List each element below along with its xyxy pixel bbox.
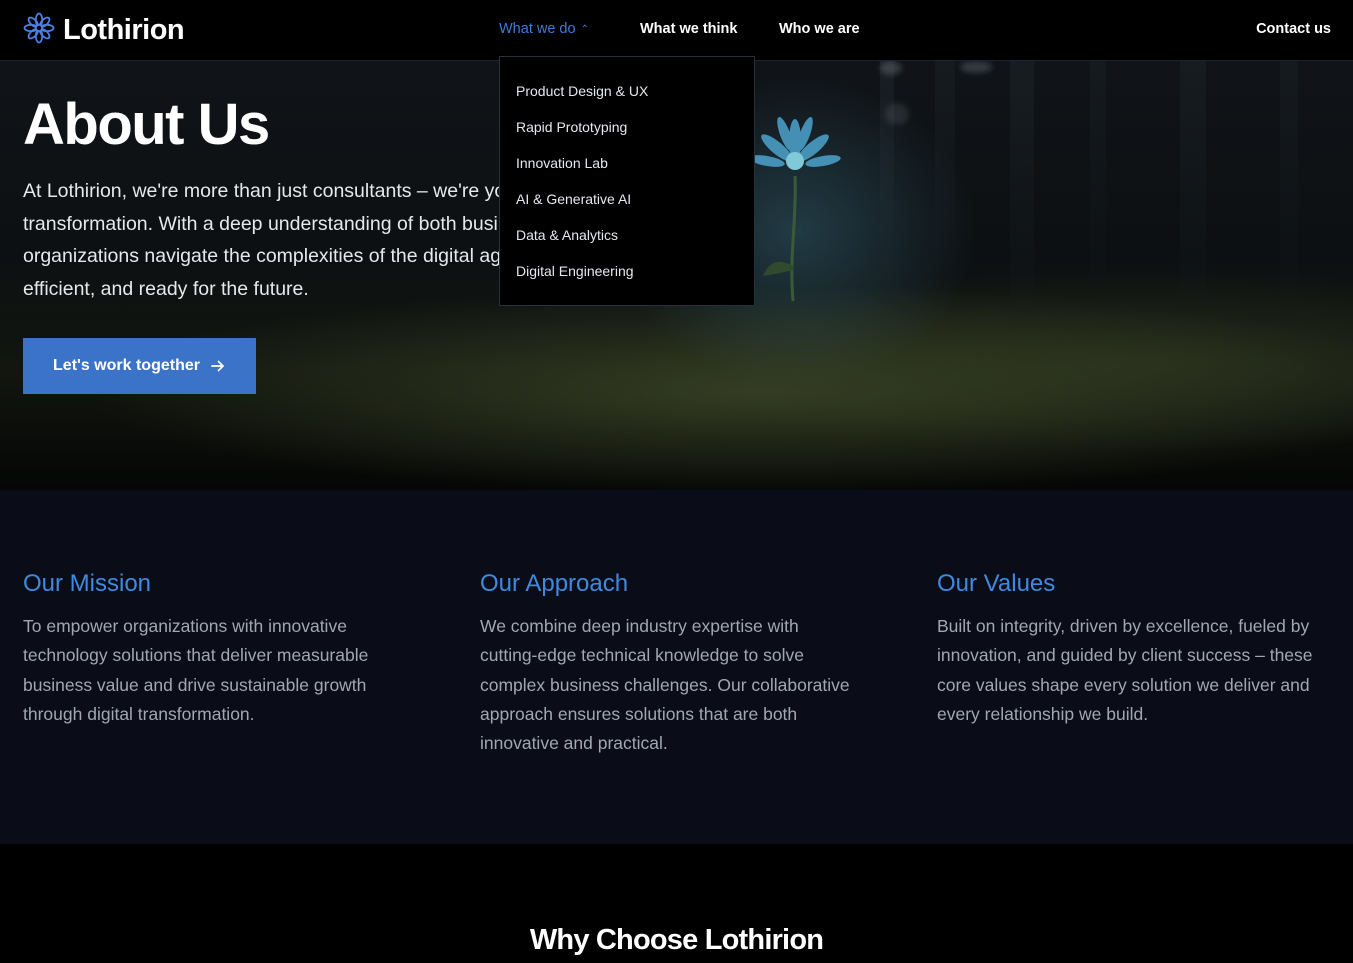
brand-name: Lothirion [63,13,185,46]
arrow-right-icon [211,360,224,372]
nav-what-we-do-label: What we do [499,21,576,37]
dropdown-item-rapid-prototyping[interactable]: Rapid Prototyping [516,119,627,135]
approach-heading: Our Approach [480,570,629,597]
about-pillars-section: Our Mission To empower organizations wit… [0,490,1353,844]
cta-label: Let's work together [53,357,200,374]
dropdown-item-digital-engineering[interactable]: Digital Engineering [516,263,634,279]
what-we-do-dropdown: Product Design & UX Rapid Prototyping In… [499,56,755,306]
dropdown-item-product-design[interactable]: Product Design & UX [516,83,648,99]
values-column: Our Values Built on integrity, driven by… [937,570,1332,729]
nav-what-we-do[interactable]: What we do ⌃ [499,21,589,37]
why-choose-section: Why Choose Lothirion [0,844,1353,963]
dropdown-item-data-analytics[interactable]: Data & Analytics [516,227,618,243]
top-navbar: Lothirion What we do ⌃ What we think Who … [0,0,1353,61]
mission-text: To empower organizations with innovative… [23,616,369,724]
nav-contact-us[interactable]: Contact us [1256,21,1331,37]
values-text: Built on integrity, driven by excellence… [937,616,1313,724]
nav-who-we-are[interactable]: Who we are [779,21,860,37]
brand-logo-link[interactable]: Lothirion [23,12,185,49]
approach-column: Our Approach We combine deep industry ex… [480,570,850,758]
approach-text: We combine deep industry expertise with … [480,616,850,754]
why-choose-heading: Why Choose Lothirion [529,924,824,956]
values-heading: Our Values [937,570,1056,597]
dropdown-item-innovation-lab[interactable]: Innovation Lab [516,155,608,171]
lets-work-together-button[interactable]: Let's work together [23,338,256,394]
dropdown-item-ai[interactable]: AI & Generative AI [516,191,631,207]
flower-logo-icon [23,12,55,49]
nav-what-we-think[interactable]: What we think [640,21,737,37]
mission-column: Our Mission To empower organizations wit… [23,570,393,729]
chevron-up-icon: ⌃ [580,24,589,35]
mission-heading: Our Mission [23,570,152,597]
page-title: About Us [23,92,270,157]
